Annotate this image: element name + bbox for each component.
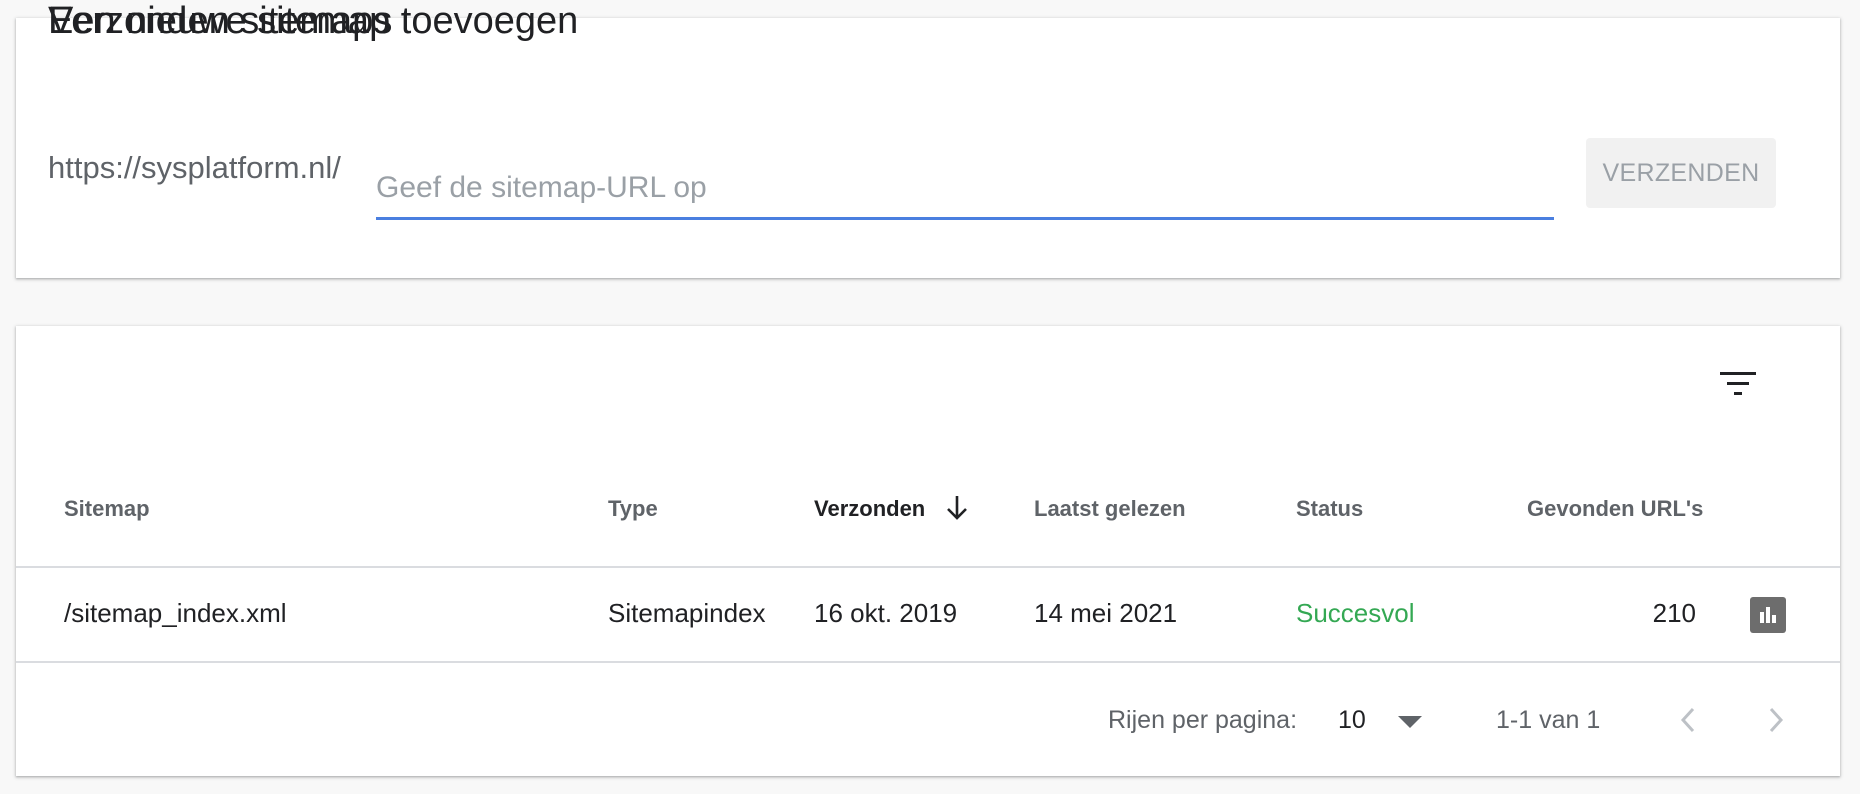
column-header-type[interactable]: Type: [608, 496, 658, 522]
column-header-last-read[interactable]: Laatst gelezen: [1034, 496, 1186, 522]
cell-submitted: 16 okt. 2019: [814, 598, 958, 628]
pagination-range: 1-1 van 1: [1496, 706, 1601, 734]
rows-per-page-label: Rijen per pagina:: [1108, 706, 1298, 734]
row-divider: [16, 661, 1840, 663]
chevron-left-icon: [1680, 707, 1695, 733]
previous-page-button[interactable]: [1668, 700, 1708, 740]
url-prefix: https://sysplatform.nl/: [48, 150, 341, 185]
column-header-submitted[interactable]: Verzonden: [814, 496, 925, 522]
cell-last-read: 14 mei 2021: [1034, 598, 1178, 628]
cell-sitemap[interactable]: /sitemap_index.xml: [64, 598, 287, 629]
chevron-right-icon: [1769, 707, 1784, 733]
rows-per-page-select[interactable]: 10: [1338, 706, 1366, 735]
submitted-sitemaps-title: Verzonden sitemaps: [48, 0, 393, 42]
column-header-sitemap[interactable]: Sitemap: [64, 496, 150, 522]
sitemap-url-input[interactable]: [376, 158, 1554, 220]
column-header-status[interactable]: Status: [1296, 496, 1363, 522]
cell-status: Succesvol: [1296, 598, 1415, 628]
cell-type: Sitemapindex: [608, 598, 766, 628]
bar-chart-icon[interactable]: [1750, 597, 1786, 633]
sort-arrow-down-icon[interactable]: [944, 494, 970, 527]
header-divider: [16, 566, 1840, 568]
chevron-down-icon[interactable]: [1398, 716, 1422, 728]
column-header-urls-found[interactable]: Gevonden URL's: [1527, 496, 1703, 522]
filter-icon[interactable]: [1708, 360, 1768, 410]
send-button[interactable]: VERZENDEN: [1586, 138, 1776, 208]
next-page-button[interactable]: [1756, 700, 1796, 740]
add-sitemap-card: [16, 18, 1840, 278]
cell-urls-found: 210: [1652, 598, 1696, 628]
